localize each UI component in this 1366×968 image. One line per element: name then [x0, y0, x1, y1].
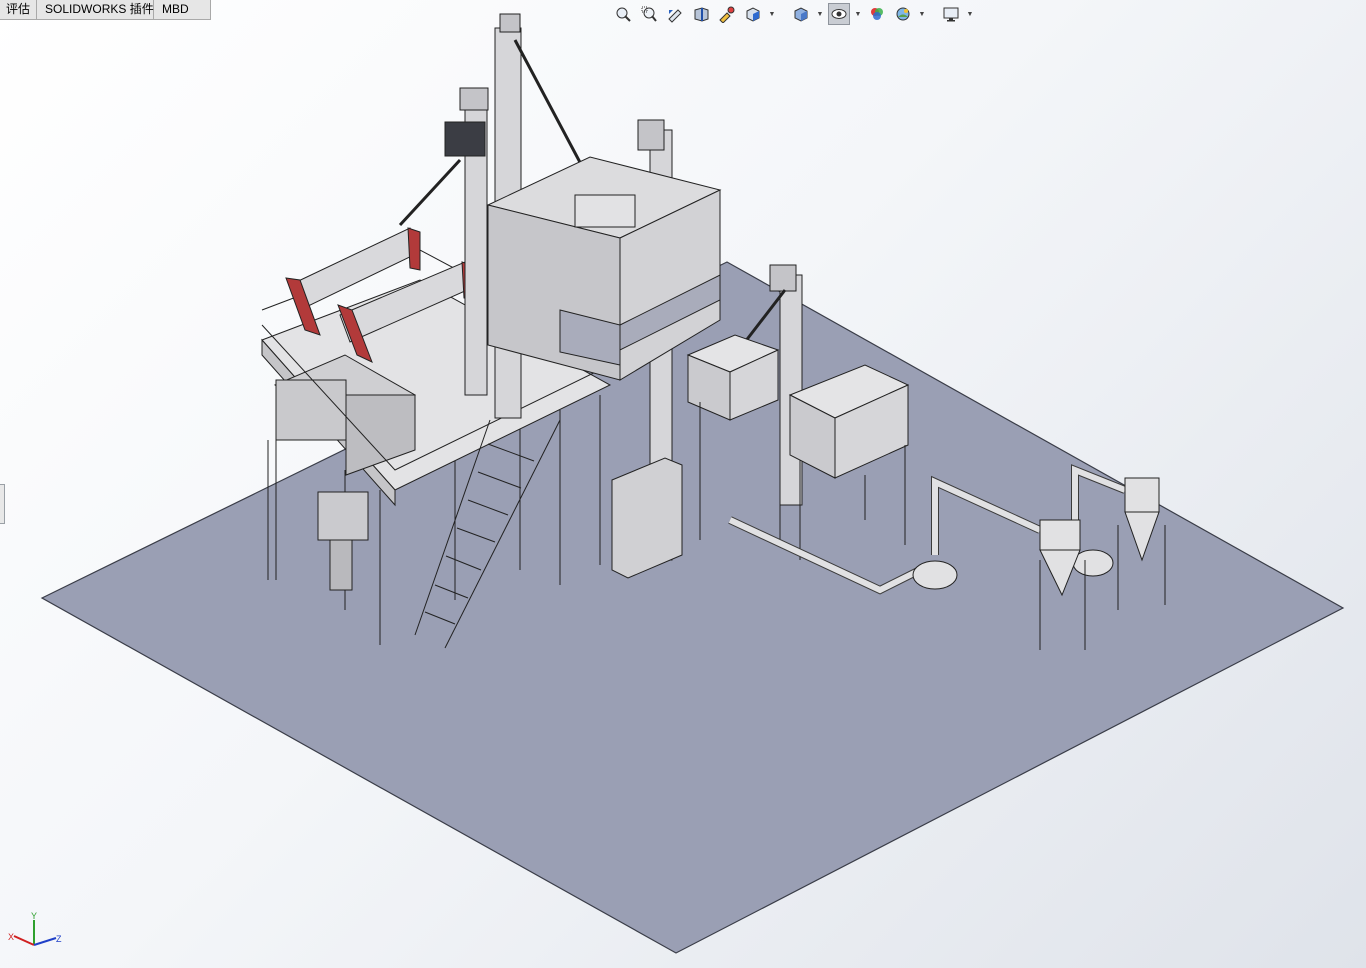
- previous-view-icon[interactable]: [664, 3, 686, 25]
- graphics-viewport[interactable]: Y X Z: [0, 0, 1366, 968]
- chevron-down-icon[interactable]: ▼: [966, 3, 974, 25]
- tab-solidworks-addins[interactable]: SOLIDWORKS 插件: [37, 0, 155, 20]
- chevron-down-icon[interactable]: ▼: [918, 3, 926, 25]
- section-view-icon[interactable]: [690, 3, 712, 25]
- svg-text:Y: Y: [31, 911, 37, 921]
- zoom-to-fit-icon[interactable]: [612, 3, 634, 25]
- view-settings-icon[interactable]: [940, 3, 962, 25]
- feature-manager-collapse-handle[interactable]: [0, 484, 5, 524]
- chevron-down-icon[interactable]: ▼: [768, 3, 776, 25]
- hide-show-items-icon[interactable]: [828, 3, 850, 25]
- command-manager-tabs: 评估 SOLIDWORKS 插件 MBD: [0, 0, 212, 20]
- view-orientation-icon[interactable]: [742, 3, 764, 25]
- apply-scene-icon[interactable]: [892, 3, 914, 25]
- svg-text:X: X: [8, 932, 14, 942]
- chevron-down-icon[interactable]: ▼: [816, 3, 824, 25]
- edit-appearance-icon[interactable]: [866, 3, 888, 25]
- zoom-to-area-icon[interactable]: [638, 3, 660, 25]
- chevron-down-icon[interactable]: ▼: [854, 3, 862, 25]
- heads-up-view-toolbar: ▼ ▼ ▼ ▼ ▼: [612, 2, 974, 26]
- tab-evaluate[interactable]: 评估: [0, 0, 38, 20]
- tab-mbd[interactable]: MBD: [154, 0, 212, 20]
- display-style-icon[interactable]: [790, 3, 812, 25]
- svg-text:Z: Z: [56, 934, 62, 944]
- view-triad: Y X Z: [8, 911, 62, 946]
- dynamic-annotation-icon[interactable]: [716, 3, 738, 25]
